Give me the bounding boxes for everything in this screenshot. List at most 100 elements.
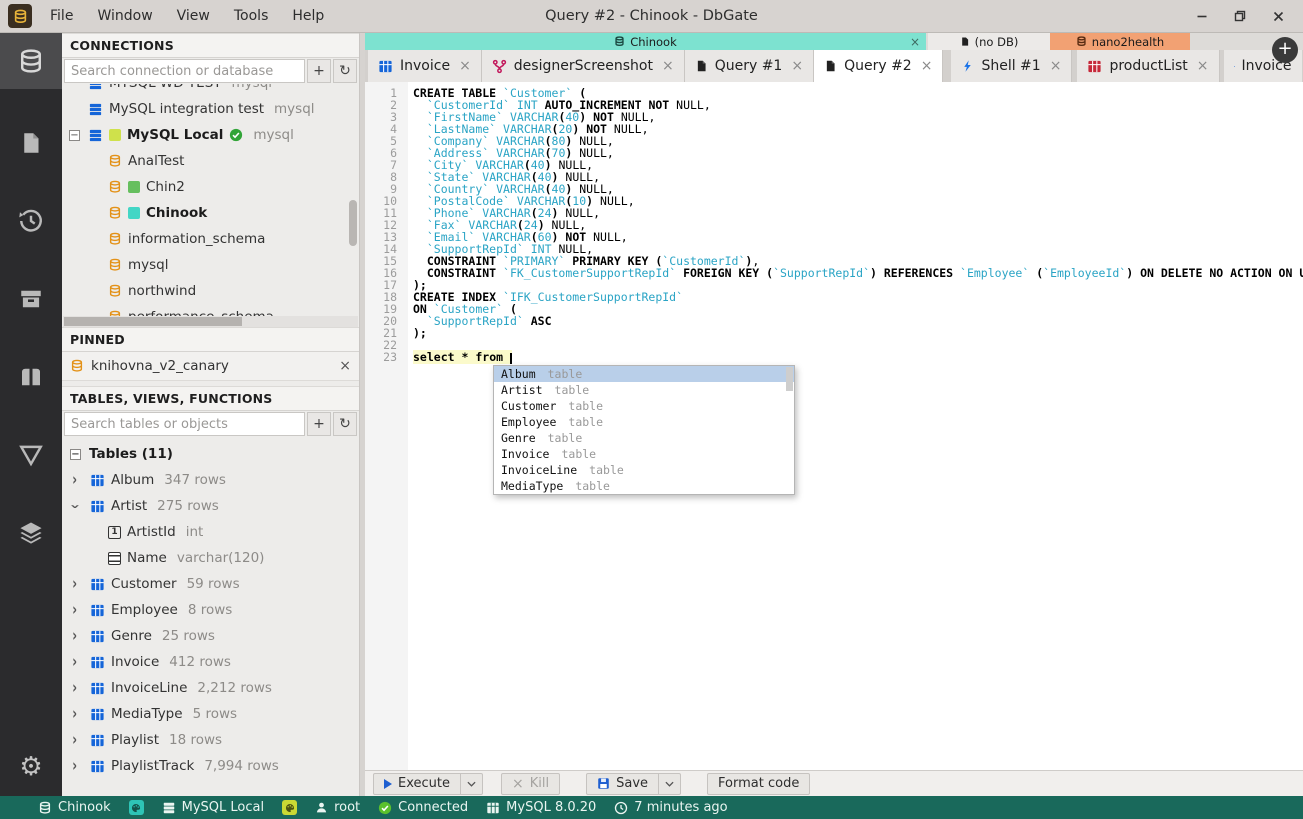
minimize-button[interactable]: [1191, 5, 1213, 27]
autocomplete-item[interactable]: Genre table: [494, 430, 794, 446]
database-item[interactable]: northwind: [62, 278, 359, 304]
chevron-right-icon[interactable]: ›: [72, 600, 77, 620]
database-item-chinook[interactable]: Chinook: [62, 200, 359, 226]
connection-item-mysql-local[interactable]: − MySQL Local mysql: [62, 122, 359, 148]
menu-file[interactable]: File: [40, 4, 83, 28]
close-tab-icon[interactable]: ×: [662, 58, 674, 74]
format-code-button[interactable]: Format code: [707, 772, 811, 795]
chevron-right-icon[interactable]: ›: [72, 574, 77, 594]
horizontal-scrollbar[interactable]: [63, 316, 358, 327]
close-tab-icon[interactable]: ×: [921, 58, 933, 74]
close-window-button[interactable]: [1267, 5, 1289, 27]
rail-history-icon[interactable]: [0, 193, 62, 249]
chevron-right-icon[interactable]: ›: [72, 678, 77, 698]
menu-tools[interactable]: Tools: [224, 4, 279, 28]
table-row[interactable]: › Artist 275 rows: [62, 493, 359, 519]
chevron-right-icon[interactable]: ›: [72, 730, 77, 750]
execute-button[interactable]: Execute: [373, 772, 461, 795]
table-row[interactable]: › InvoiceLine 2,212 rows: [62, 675, 359, 701]
pinned-item[interactable]: knihovna_v2_canary ×: [62, 352, 359, 381]
connections-header: CONNECTIONS: [62, 33, 359, 58]
tab-product-list[interactable]: productList ×: [1077, 50, 1220, 82]
tab-group-nodb[interactable]: (no DB): [928, 33, 1050, 50]
refresh-connections-icon[interactable]: ↻: [333, 59, 357, 83]
chevron-right-icon[interactable]: ›: [72, 652, 77, 672]
database-item[interactable]: AnalTest: [62, 148, 359, 174]
menu-window[interactable]: Window: [87, 4, 162, 28]
add-table-button[interactable]: +: [307, 412, 331, 436]
settings-gear-icon[interactable]: ⚙: [19, 752, 42, 782]
chevron-right-icon[interactable]: ›: [72, 626, 77, 646]
tab-invoice[interactable]: Invoice ×: [368, 50, 482, 82]
save-dropdown-button[interactable]: [659, 772, 682, 795]
tab-designer-screenshot[interactable]: designerScreenshot ×: [481, 50, 685, 82]
autocomplete-item[interactable]: InvoiceLine table: [494, 462, 794, 478]
code-line: 20 `SupportRepId` ASC: [365, 315, 1303, 327]
rail-filter-icon[interactable]: [0, 427, 62, 483]
rail-archive-icon[interactable]: [0, 271, 62, 327]
tab-query-1[interactable]: Query #1 ×: [684, 50, 815, 82]
close-group-icon[interactable]: ×: [910, 35, 920, 49]
chevron-right-icon[interactable]: ›: [72, 470, 77, 490]
connection-item-clipped[interactable]: MYSQL WD TESTmysql: [62, 84, 359, 96]
database-item[interactable]: Chin2: [62, 174, 359, 200]
close-tab-icon[interactable]: ×: [1050, 58, 1062, 74]
table-row[interactable]: › MediaType 5 rows: [62, 701, 359, 727]
code-lines: 1 CREATE TABLE `Customer` (2 `CustomerId`…: [365, 82, 1303, 364]
autocomplete-item[interactable]: MediaType table: [494, 478, 794, 494]
collapse-icon[interactable]: −: [69, 129, 80, 141]
tab-shell-1[interactable]: Shell #1 ×: [951, 50, 1073, 82]
connection-search-input[interactable]: [64, 59, 305, 83]
table-icon: [379, 60, 392, 72]
table-row[interactable]: › Customer 59 rows: [62, 571, 359, 597]
database-item-clipped[interactable]: performance_schema: [62, 304, 359, 316]
rail-files-icon[interactable]: [0, 115, 62, 171]
add-connection-button[interactable]: +: [307, 59, 331, 83]
autocomplete-item[interactable]: Employee table: [494, 414, 794, 430]
save-button[interactable]: Save: [586, 772, 660, 795]
autocomplete-item[interactable]: Invoice table: [494, 446, 794, 462]
refresh-tables-icon[interactable]: ↻: [333, 412, 357, 436]
close-tab-icon[interactable]: ×: [791, 58, 803, 74]
file-icon: [697, 60, 706, 72]
tab-group-chinook[interactable]: Chinook ×: [365, 33, 926, 50]
autocomplete-item[interactable]: Album table: [494, 366, 794, 382]
execute-dropdown-button[interactable]: [461, 772, 483, 795]
popup-scrollbar[interactable]: [786, 367, 793, 391]
chevron-down-icon[interactable]: ›: [65, 504, 85, 509]
titlebar: File Window View Tools Help Query #2 - C…: [0, 0, 1303, 33]
table-row[interactable]: › Album 347 rows: [62, 467, 359, 493]
tab-query-2[interactable]: Query #2 ×: [814, 50, 944, 82]
chevron-right-icon[interactable]: ›: [72, 704, 77, 724]
menu-view[interactable]: View: [167, 4, 220, 28]
table-row[interactable]: › Playlist 18 rows: [62, 727, 359, 753]
restore-button[interactable]: [1229, 5, 1251, 27]
rail-favorites-icon[interactable]: [0, 349, 62, 405]
database-item[interactable]: mysql: [62, 252, 359, 278]
close-tab-icon[interactable]: ×: [459, 58, 471, 74]
table-row[interactable]: › Employee 8 rows: [62, 597, 359, 623]
collapse-icon[interactable]: −: [70, 448, 81, 460]
vertical-scrollbar[interactable]: [349, 200, 357, 246]
autocomplete-item[interactable]: Artist table: [494, 382, 794, 398]
table-row[interactable]: › Invoice 412 rows: [62, 649, 359, 675]
new-tab-button[interactable]: +: [1272, 37, 1298, 63]
tables-group-row[interactable]: − Tables (11): [62, 441, 359, 467]
chevron-right-icon[interactable]: ›: [72, 756, 77, 776]
column-row[interactable]: Name varchar(120): [62, 545, 359, 571]
tab-group-nano2health[interactable]: nano2health: [1050, 33, 1190, 50]
rail-layers-icon[interactable]: [0, 505, 62, 561]
close-tab-icon[interactable]: ×: [1197, 58, 1209, 74]
activity-rail: ⚙: [0, 33, 62, 796]
database-item[interactable]: information_schema: [62, 226, 359, 252]
connection-item[interactable]: MySQL integration test mysql: [62, 96, 359, 122]
kill-button[interactable]: × Kill: [501, 772, 561, 795]
tables-search-input[interactable]: [64, 412, 305, 436]
unpin-close-icon[interactable]: ×: [339, 358, 351, 374]
autocomplete-item[interactable]: Customer table: [494, 398, 794, 414]
table-row[interactable]: › PlaylistTrack 7,994 rows: [62, 753, 359, 779]
column-row[interactable]: 1 ArtistId int: [62, 519, 359, 545]
rail-database-icon[interactable]: [0, 33, 62, 89]
table-row[interactable]: › Genre 25 rows: [62, 623, 359, 649]
menu-help[interactable]: Help: [282, 4, 334, 28]
